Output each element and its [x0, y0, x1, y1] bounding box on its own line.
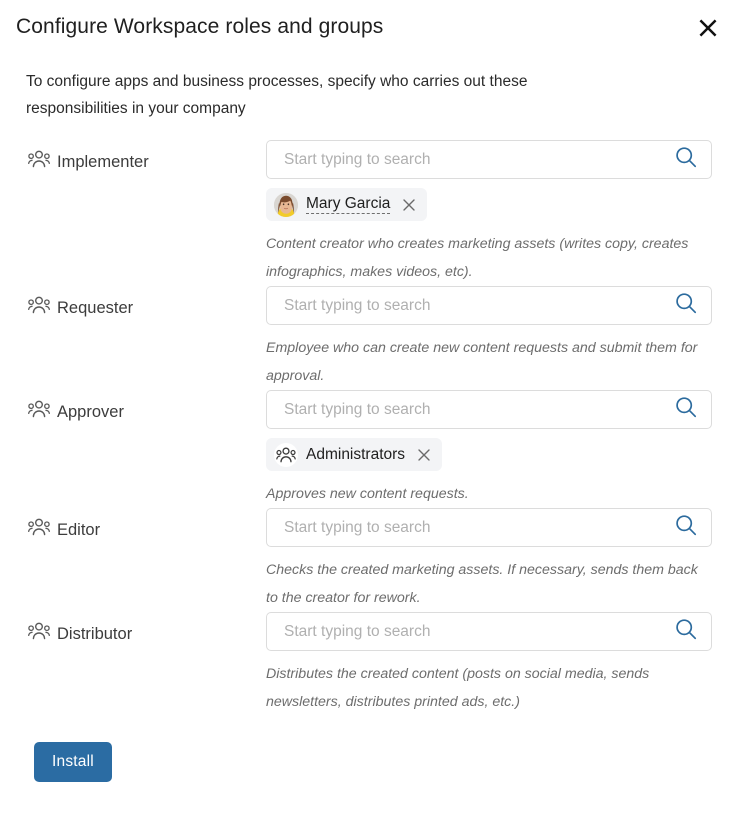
- dialog-footer: Install: [34, 742, 736, 782]
- role-label-text: Approver: [57, 402, 124, 421]
- role-helper-text: Approves new content requests.: [266, 486, 469, 502]
- search-box-editor[interactable]: [266, 508, 712, 547]
- role-label-text: Requester: [57, 298, 134, 317]
- close-button[interactable]: [692, 12, 724, 44]
- role-field-distributor: Distributes the created content (posts o…: [266, 612, 736, 716]
- role-label-text: Distributor: [57, 624, 133, 643]
- role-label-requester: Requester: [28, 286, 266, 319]
- role-helper-text: Checks the created marketing assets. If …: [266, 562, 698, 606]
- dialog-header: Configure Workspace roles and groups: [0, 0, 736, 54]
- group-icon: [28, 518, 50, 541]
- search-input[interactable]: [267, 613, 711, 650]
- chip-user[interactable]: Mary Garcia: [266, 188, 428, 221]
- close-icon: [696, 16, 720, 40]
- group-icon: [28, 400, 50, 423]
- search-box-implementer[interactable]: [266, 140, 712, 179]
- install-button[interactable]: Install: [34, 742, 112, 782]
- group-icon: [28, 622, 50, 645]
- role-row-approver: Approver Start typing to search Administ…: [0, 390, 736, 508]
- search-input[interactable]: [267, 287, 711, 324]
- chips-approver: Administrators: [266, 438, 712, 471]
- role-row-requester: Requester Employee who can create new co…: [0, 286, 736, 390]
- role-label-editor: Editor: [28, 508, 266, 541]
- role-helper-text: Distributes the created content (posts o…: [266, 666, 650, 710]
- search-box-requester[interactable]: [266, 286, 712, 325]
- page-title: Configure Workspace roles and groups: [16, 15, 384, 38]
- role-field-implementer: Mary Garcia Content creator who creates …: [266, 140, 736, 286]
- role-row-distributor: Distributor Distributes the created cont…: [0, 612, 736, 716]
- chip-remove-button[interactable]: [400, 196, 418, 214]
- role-label-implementer: Implementer: [28, 140, 266, 173]
- search-box-distributor[interactable]: [266, 612, 712, 651]
- role-helper-text: Employee who can create new content requ…: [266, 340, 698, 384]
- role-label-text: Implementer: [57, 152, 149, 171]
- search-input[interactable]: [267, 141, 711, 178]
- search-input[interactable]: [267, 509, 711, 546]
- group-icon: [28, 150, 50, 173]
- search-input[interactable]: [267, 391, 711, 428]
- search-icon[interactable]: [674, 291, 698, 320]
- group-icon: [28, 296, 50, 319]
- chip-name[interactable]: Administrators: [306, 446, 405, 464]
- search-icon[interactable]: [674, 145, 698, 174]
- role-label-distributor: Distributor: [28, 612, 266, 645]
- chip-name[interactable]: Mary Garcia: [306, 195, 391, 214]
- role-field-editor: Checks the created marketing assets. If …: [266, 508, 736, 612]
- roles-list: Implementer Start typing to search Mary …: [0, 140, 736, 716]
- role-field-requester: Employee who can create new content requ…: [266, 286, 736, 390]
- role-row-implementer: Implementer Start typing to search Mary …: [0, 140, 736, 286]
- chips-implementer: Mary Garcia: [266, 188, 712, 221]
- role-helper-text: Content creator who creates marketing as…: [266, 236, 689, 280]
- chip-group[interactable]: Administrators: [266, 438, 443, 471]
- group-icon: [274, 442, 298, 467]
- search-icon[interactable]: [674, 395, 698, 424]
- avatar: [274, 192, 298, 217]
- chip-remove-button[interactable]: [415, 446, 433, 464]
- search-box-approver[interactable]: [266, 390, 712, 429]
- role-field-approver: Administrators Approves new content requ…: [266, 390, 736, 508]
- role-row-editor: Editor Checks the created marketing asse…: [0, 508, 736, 612]
- search-icon[interactable]: [674, 513, 698, 542]
- role-label-approver: Approver: [28, 390, 266, 423]
- role-label-text: Editor: [57, 520, 101, 539]
- search-icon[interactable]: [674, 617, 698, 646]
- intro-text: To configure apps and business processes…: [26, 73, 528, 117]
